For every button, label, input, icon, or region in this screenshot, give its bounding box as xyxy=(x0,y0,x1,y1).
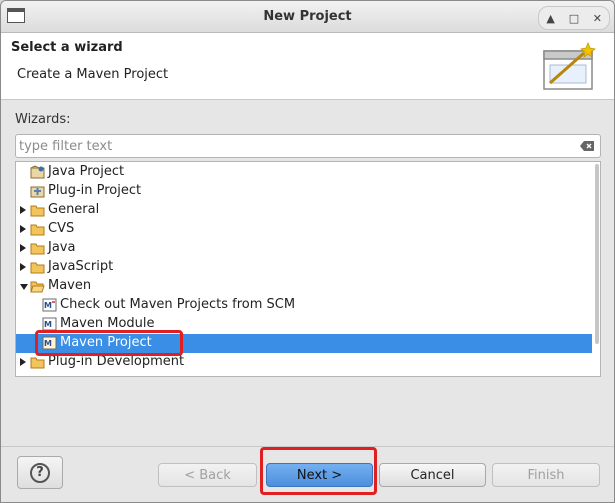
collapsed-arrow-icon[interactable] xyxy=(20,244,26,252)
window-controls: ▲ □ ✕ xyxy=(538,6,610,30)
tree-item-label: Java xyxy=(48,240,76,255)
maven-project-icon: M xyxy=(42,336,57,350)
folder-icon xyxy=(30,260,45,274)
wizards-label: Wizards: xyxy=(15,112,71,127)
filter-field xyxy=(15,134,601,158)
tree-item-javascript[interactable]: JavaScript xyxy=(16,258,600,277)
close-icon[interactable]: ✕ xyxy=(588,9,606,27)
maven-checkout-icon: M xyxy=(42,298,57,312)
wizard-tree[interactable]: Java Project Plug-in Project General CVS Jav… xyxy=(15,161,601,377)
new-project-window: New Project ▲ □ ✕ Select a wizard Create… xyxy=(0,0,615,503)
tree-item-label: Maven Project xyxy=(60,335,152,350)
tree-item-label: Check out Maven Projects from SCM xyxy=(60,297,296,312)
tree-item-label: CVS xyxy=(48,221,75,236)
maven-module-icon: M xyxy=(42,317,57,331)
svg-text:M: M xyxy=(44,301,52,310)
tree-item-label: JavaScript xyxy=(48,259,114,274)
tree-item-plug-in-development[interactable]: Plug-in Development xyxy=(16,353,600,372)
folder-icon xyxy=(30,222,45,236)
title-bar[interactable]: New Project ▲ □ ✕ xyxy=(1,1,614,33)
svg-text:M: M xyxy=(44,320,52,329)
expanded-arrow-icon[interactable] xyxy=(20,284,28,290)
collapsed-arrow-icon[interactable] xyxy=(20,206,26,214)
tree-item-check-out-maven-projects-from-scm[interactable]: M Check out Maven Projects from SCM xyxy=(16,296,600,315)
tree-item-plug-in-project[interactable]: Plug-in Project xyxy=(16,182,600,201)
folder-icon xyxy=(30,241,45,255)
tree-item-java-project[interactable]: Java Project xyxy=(16,163,600,182)
tree-item-label: Maven xyxy=(48,278,92,293)
tree-item-label: Java Project xyxy=(48,164,125,179)
page-title: Select a wizard xyxy=(11,40,123,55)
clear-filter-icon[interactable] xyxy=(580,141,594,151)
tree-item-general[interactable]: General xyxy=(16,201,600,220)
new-wizard-banner-icon xyxy=(543,41,596,90)
finish-button[interactable]: Finish xyxy=(492,463,600,487)
collapsed-arrow-icon[interactable] xyxy=(20,225,26,233)
collapsed-arrow-icon[interactable] xyxy=(20,358,26,366)
folder-icon xyxy=(30,203,45,217)
tree-item-label: Plug-in Project xyxy=(48,183,142,198)
page-description: Create a Maven Project xyxy=(17,67,169,82)
help-button[interactable]: ? xyxy=(17,456,63,489)
help-label: ? xyxy=(36,465,44,480)
maximize-icon[interactable]: □ xyxy=(565,9,583,27)
collapsed-arrow-icon[interactable] xyxy=(20,263,26,271)
folder-icon xyxy=(30,355,45,369)
help-icon: ? xyxy=(30,462,50,483)
filter-input[interactable] xyxy=(19,137,569,155)
tree-scrollbar[interactable] xyxy=(592,162,600,376)
back-button[interactable]: < Back xyxy=(158,463,257,487)
window-title: New Project xyxy=(263,9,352,24)
plugin-project-icon xyxy=(30,184,45,198)
svg-text:M: M xyxy=(44,339,52,348)
wizard-header: Select a wizard Create a Maven Project xyxy=(1,33,614,100)
footer-separator xyxy=(1,446,614,447)
tree-item-cvs[interactable]: CVS xyxy=(16,220,600,239)
java-project-icon xyxy=(30,165,45,179)
tree-item-maven-module[interactable]: M Maven Module xyxy=(16,315,600,334)
tree-item-label: General xyxy=(48,202,100,217)
cancel-button[interactable]: Cancel xyxy=(379,463,486,487)
minimize-icon[interactable]: ▲ xyxy=(542,9,560,27)
next-button[interactable]: Next > xyxy=(266,463,373,487)
tree-item-maven[interactable]: Maven xyxy=(16,277,600,296)
scrollbar-thumb[interactable] xyxy=(595,164,599,344)
folder-open-icon xyxy=(30,279,45,293)
tree-item-label: Plug-in Development xyxy=(48,354,185,369)
tree-item-maven-project[interactable]: M Maven Project xyxy=(16,334,600,353)
tree-item-label: Maven Module xyxy=(60,316,155,331)
tree-item-java[interactable]: Java xyxy=(16,239,600,258)
